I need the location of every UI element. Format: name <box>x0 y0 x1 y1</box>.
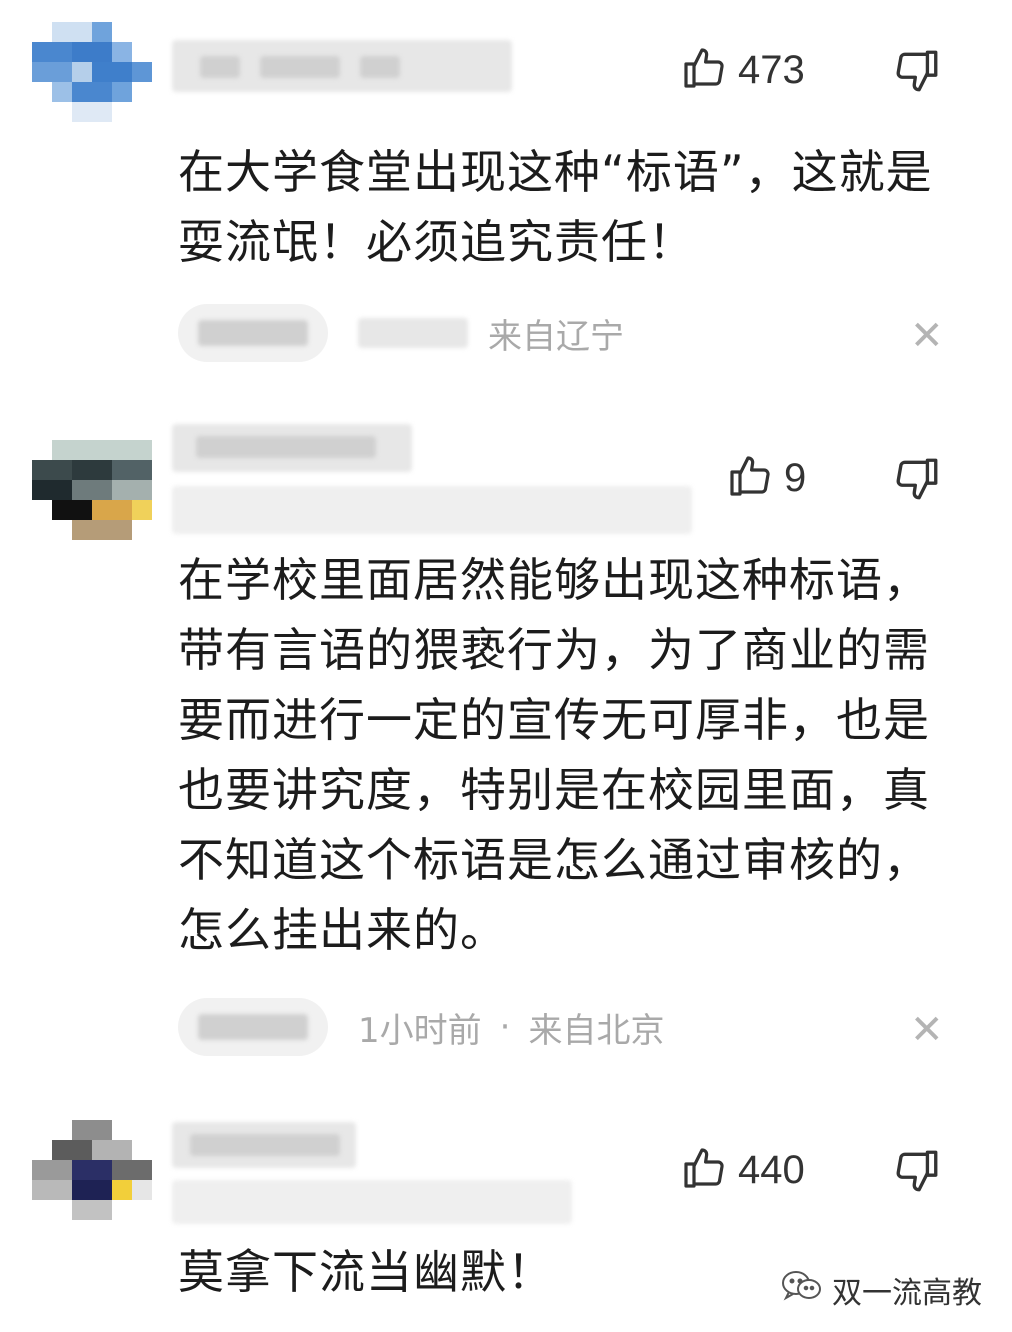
wechat-icon <box>780 1269 822 1311</box>
reply-pill-blurred[interactable] <box>178 304 328 362</box>
dislike-button[interactable] <box>892 1146 942 1200</box>
avatar[interactable] <box>32 440 152 540</box>
avatar[interactable] <box>32 22 152 122</box>
thumbs-down-icon <box>892 458 942 508</box>
like-count: 440 <box>738 1147 805 1192</box>
dislike-button[interactable] <box>892 46 942 100</box>
dislike-button[interactable] <box>892 454 942 508</box>
time-blurred <box>358 318 468 348</box>
username-blur-block <box>260 56 340 78</box>
like-count: 9 <box>784 455 807 500</box>
like-button[interactable]: 440 <box>680 1144 805 1196</box>
location: 来自辽宁 <box>488 316 624 357</box>
comment-text: 在学校里面居然能够出现这种标语，带有言语的猥亵行为，为了商业的需要而进行一定的宣… <box>178 553 930 957</box>
reply-pill-blurred[interactable] <box>178 998 328 1056</box>
close-icon[interactable]: ✕ <box>910 316 944 356</box>
thumbs-down-icon <box>892 50 942 100</box>
like-button[interactable]: 473 <box>680 44 805 96</box>
username-blur-block <box>196 436 376 458</box>
thumbs-down-icon <box>892 1150 942 1200</box>
user-badge-blurred <box>172 486 692 534</box>
like-count: 473 <box>738 47 805 92</box>
thumbs-up-icon <box>726 452 774 504</box>
avatar[interactable] <box>32 1120 152 1220</box>
separator: · <box>499 1007 511 1047</box>
comment-meta: 1小时前 · 来自北京 <box>178 998 664 1056</box>
thumbs-up-icon <box>680 44 728 96</box>
username-blur-block <box>360 56 400 78</box>
comment-text: 在大学食堂出现这种“标语”，这就是耍流氓！必须追究责任！ <box>178 145 933 269</box>
watermark: 双一流高教 <box>780 1268 982 1312</box>
username-blur-block <box>200 56 240 78</box>
thumbs-up-icon <box>680 1144 728 1196</box>
username-blur-block <box>190 1134 340 1156</box>
close-icon[interactable]: ✕ <box>910 1010 944 1050</box>
location: 来自北京 <box>528 1010 665 1051</box>
watermark-label: 双一流高教 <box>832 1276 982 1311</box>
comment-meta: 来自辽宁 <box>178 304 624 362</box>
user-badge-blurred <box>172 1180 572 1224</box>
time: 1小时前 <box>358 1010 482 1051</box>
like-button[interactable]: 9 <box>726 452 806 504</box>
